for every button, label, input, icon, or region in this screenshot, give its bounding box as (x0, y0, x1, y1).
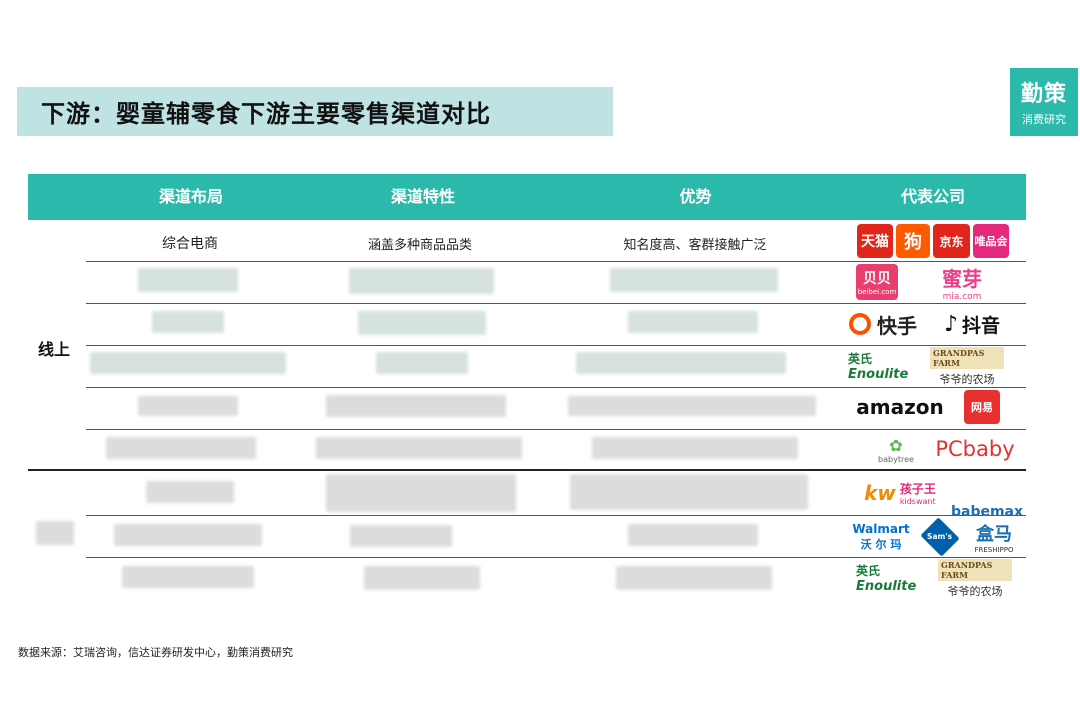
grandpas-en: GRANDPAS FARM (930, 347, 1004, 369)
tmall-logo: 天猫 (857, 224, 893, 258)
kuaishou-icon (849, 313, 871, 335)
redacted-cell (138, 268, 238, 292)
redacted-cell (90, 352, 286, 374)
gou-logo: 狗 (896, 224, 930, 258)
enoulite-logo: 英氏 Enoulite (848, 350, 914, 382)
walmart-logo: Walmart 沃 尔 玛 (846, 522, 916, 552)
babytree-name: babytree (878, 455, 914, 464)
babytree-icon: ✿ (889, 436, 903, 455)
redacted-cell (570, 474, 808, 510)
redacted-cell (616, 566, 772, 590)
group-label-offline-redacted (36, 521, 74, 545)
brand-name: 勤策 (1020, 81, 1067, 107)
row-divider (86, 429, 1026, 430)
row-divider (86, 557, 1026, 558)
header-companies: 代表公司 (900, 187, 965, 206)
redacted-cell (106, 437, 256, 459)
babemax-logo: babemax (950, 504, 1024, 520)
amazon-logo: amazon (856, 395, 944, 419)
douyin-logo: ♪ 抖音 (934, 309, 1010, 339)
pcbaby-logo: PCbaby (935, 437, 1015, 461)
redacted-cell (364, 566, 480, 590)
hema-en: FRESHIPPO (974, 546, 1014, 554)
redacted-cell (326, 474, 516, 512)
hema-logo: 盒马 FRESHIPPO (962, 520, 1026, 554)
grandpas-cn-2: 爷爷的农场 (947, 585, 1003, 598)
enoulite-en-2: Enoulite (856, 579, 917, 594)
row-divider (86, 303, 1026, 304)
grandpas-logo-2: GRANDPAS FARM 爷爷的农场 (938, 559, 1012, 598)
source-footnote: 数据来源：艾瑞咨询，信达证券研发中心，勤策消费研究 (18, 646, 293, 659)
babytree-logo: ✿ babytree (874, 432, 918, 468)
redacted-cell (349, 268, 494, 294)
enoulite-en: Enoulite (848, 367, 909, 382)
douyin-name: 抖音 (962, 314, 1001, 337)
beibei-logo: 贝贝 beibei.com (856, 264, 898, 300)
miya-logo: 蜜芽 mia.com (912, 264, 1012, 302)
vip-logo: 唯品会 (973, 224, 1009, 258)
redacted-cell (628, 524, 758, 546)
kidswant-en: kidswant (899, 497, 936, 506)
sams-name: Sam's (927, 532, 953, 542)
redacted-cell (592, 437, 798, 459)
redacted-cell (576, 352, 786, 374)
redacted-cell (138, 396, 238, 416)
row1-feature: 涵盖多种商品品类 (367, 238, 472, 253)
group-divider (28, 469, 1026, 471)
grandpas-en-2: GRANDPAS FARM (938, 559, 1012, 581)
beibei-domain: beibei.com (857, 288, 897, 296)
sams-logo: Sam's (920, 517, 960, 557)
row-divider (86, 515, 1026, 516)
redacted-cell (628, 311, 758, 333)
header-layout: 渠道布局 (158, 187, 223, 206)
redacted-cell (568, 396, 816, 416)
row-divider (86, 387, 1026, 388)
douyin-icon: ♪ (943, 311, 959, 337)
miya-domain: mia.com (942, 291, 982, 302)
brand-subtitle: 消费研究 (1022, 113, 1066, 126)
jd-logo: 京东 (933, 224, 970, 258)
enoulite-cn: 英氏 (848, 352, 873, 366)
redacted-cell (326, 395, 506, 417)
redacted-cell (376, 352, 468, 374)
header-advantage: 优势 (679, 187, 712, 206)
table-header: 渠道布局 渠道特性 优势 代表公司 (28, 174, 1026, 220)
redacted-cell (316, 437, 522, 459)
enoulite-logo-2: 英氏 Enoulite (856, 562, 922, 594)
kuaishou-logo: 快手 (840, 309, 926, 339)
wangyi-logo: 网易 (964, 390, 1000, 424)
redacted-cell (146, 481, 234, 503)
kidswant-cn: 孩子王 (899, 482, 936, 496)
enoulite-cn-2: 英氏 (856, 564, 881, 578)
group-label-online: 线上 (38, 340, 71, 359)
miya-name: 蜜芽 (942, 266, 982, 291)
walmart-cn: 沃 尔 玛 (860, 538, 902, 551)
redacted-cell (152, 311, 224, 333)
row1-advantage: 知名度高、客群接触广泛 (623, 238, 767, 253)
grandpas-logo: GRANDPAS FARM 爷爷的农场 (930, 347, 1004, 386)
walmart-en: Walmart (852, 522, 910, 536)
redacted-cell (610, 268, 778, 292)
brand-logo: 勤策 消费研究 (1010, 68, 1078, 136)
grandpas-cn: 爷爷的农场 (939, 373, 995, 386)
kuaishou-name: 快手 (877, 313, 917, 338)
redacted-cell (358, 311, 486, 335)
kidswant-mark: kw (864, 481, 896, 505)
redacted-cell (350, 525, 452, 547)
redacted-cell (122, 566, 254, 588)
header-feature: 渠道特性 (390, 187, 455, 206)
row-divider (86, 261, 1026, 262)
title-bar: 下游：婴童辅零食下游主要零售渠道对比 (17, 87, 613, 136)
hema-name: 盒马 (976, 524, 1012, 545)
row-divider (86, 345, 1026, 346)
page-title: 下游：婴童辅零食下游主要零售渠道对比 (41, 100, 491, 128)
redacted-cell (114, 524, 262, 546)
beibei-name: 贝贝 (863, 271, 891, 287)
kidswant-logo: kw 孩子王 kidswant (854, 476, 946, 510)
comparison-table: 渠道布局 渠道特性 优势 代表公司 (28, 174, 1026, 220)
row1-layout: 综合电商 (162, 236, 218, 252)
